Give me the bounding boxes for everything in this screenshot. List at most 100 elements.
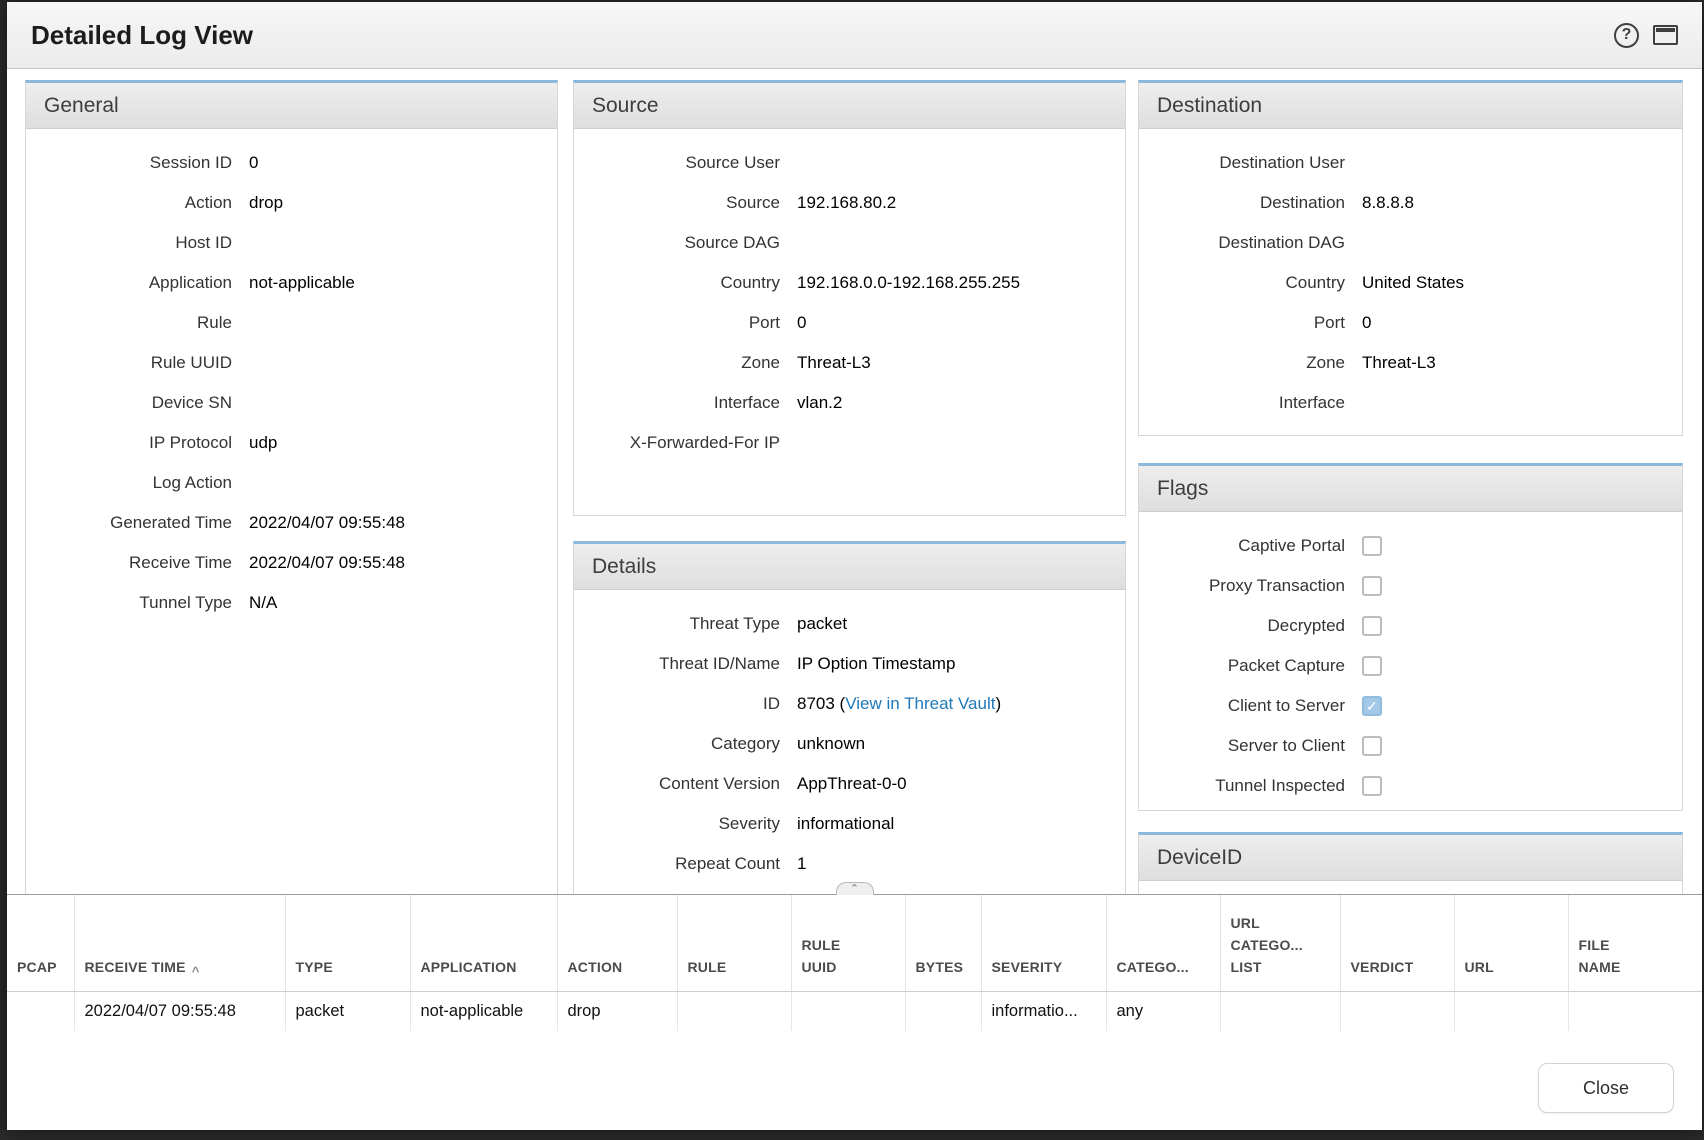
field-label-zone: Zone — [574, 353, 780, 373]
column-header-type[interactable]: TYPE — [285, 895, 410, 991]
column-header-rule_uuid[interactable]: RULE UUID — [791, 895, 905, 991]
field-value-interface: vlan.2 — [797, 393, 842, 413]
dialog-footer: Close — [7, 1031, 1702, 1130]
field-label-ip-protocol: IP Protocol — [26, 433, 232, 453]
field-label-destination-dag: Destination DAG — [1139, 233, 1345, 253]
flag-label-packet-capture: Packet Capture — [1139, 656, 1345, 676]
field-row: Zone Threat-L3 — [574, 343, 1125, 383]
cell-verdict — [1340, 991, 1454, 1032]
cell-receive_time: 2022/04/07 09:55:48 — [74, 991, 285, 1032]
field-value-text: ) — [995, 694, 1001, 713]
flag-checkbox-client-to-server[interactable]: ✓ — [1362, 696, 1382, 716]
help-icon[interactable]: ? — [1614, 23, 1639, 48]
flag-checkbox-decrypted[interactable] — [1362, 616, 1382, 636]
field-value-receive-time: 2022/04/07 09:55:48 — [249, 553, 405, 573]
cell-pcap — [7, 991, 74, 1032]
panel-general-body: Session ID0ActiondropHost IDApplicationn… — [26, 129, 557, 623]
splitter-handle[interactable] — [836, 882, 874, 895]
field-label-host-id: Host ID — [26, 233, 232, 253]
field-label-repeat-count: Repeat Count — [574, 854, 780, 874]
column-header-action[interactable]: ACTION — [557, 895, 677, 991]
column-header-category[interactable]: CATEGO... — [1106, 895, 1220, 991]
cell-severity: informatio... — [981, 991, 1106, 1032]
field-label-zone: Zone — [1139, 353, 1345, 373]
panel-source: Source Source UserSource192.168.80.2Sour… — [573, 80, 1126, 516]
field-value-source: 192.168.80.2 — [797, 193, 896, 213]
field-value-generated-time: 2022/04/07 09:55:48 — [249, 513, 405, 533]
panel-destination-body: Destination UserDestination8.8.8.8Destin… — [1139, 129, 1682, 423]
panel-title: Flags — [1157, 477, 1208, 501]
new-window-icon[interactable] — [1653, 25, 1678, 45]
panel-title: General — [44, 94, 119, 118]
column-label: PCAP — [17, 957, 57, 979]
column-header-severity[interactable]: SEVERITY — [981, 895, 1106, 991]
field-row: Country192.168.0.0-192.168.255.255 — [574, 263, 1125, 303]
field-label-severity: Severity — [574, 814, 780, 834]
flag-row: Client to Server✓ — [1139, 686, 1682, 726]
column-header-bytes[interactable]: BYTES — [905, 895, 981, 991]
log-table-section: PCAP RECEIVE TIME^TYPEAPPLICATIONACTION RU… — [7, 894, 1702, 1031]
cell-bytes — [905, 991, 981, 1032]
column-header-rule[interactable]: RULE — [677, 895, 791, 991]
field-label-session-id: Session ID — [26, 153, 232, 173]
column-header-url_category_list[interactable]: URL CATEGO... LIST — [1220, 895, 1340, 991]
column-header-application[interactable]: APPLICATION — [410, 895, 557, 991]
field-value-country: 192.168.0.0-192.168.255.255 — [797, 273, 1020, 293]
field-row: Categoryunknown — [574, 724, 1125, 764]
flag-checkbox-tunnel-inspected[interactable] — [1362, 776, 1382, 796]
field-row: Log Action — [26, 463, 557, 503]
flag-checkbox-proxy-transaction[interactable] — [1362, 576, 1382, 596]
field-value-repeat-count: 1 — [797, 854, 806, 874]
flag-row: Packet Capture — [1139, 646, 1682, 686]
field-row: Tunnel TypeN/A — [26, 583, 557, 623]
field-label-log-action: Log Action — [26, 473, 232, 493]
column-label: FILE NAME — [1579, 935, 1621, 978]
cell-action: drop — [557, 991, 677, 1032]
flag-checkbox-server-to-client[interactable] — [1362, 736, 1382, 756]
field-row: X-Forwarded-For IP — [574, 423, 1125, 463]
column-header-url[interactable]: URL — [1454, 895, 1568, 991]
field-row: Actiondrop — [26, 183, 557, 223]
field-label-rule: Rule — [26, 313, 232, 333]
field-row: Destination DAG — [1139, 223, 1682, 263]
column-header-receive_time[interactable]: RECEIVE TIME^ — [74, 895, 285, 991]
field-row: Source User — [574, 143, 1125, 183]
field-label-rule-uuid: Rule UUID — [26, 353, 232, 373]
field-row: Zone Threat-L3 — [1139, 343, 1682, 383]
column-label: URL — [1465, 957, 1494, 979]
field-value-text: 8703 ( — [797, 694, 845, 713]
panel-details: Details Threat TypepacketThreat ID/NameI… — [573, 541, 1126, 894]
table-row[interactable]: 2022/04/07 09:55:48packetnot-applicabled… — [7, 991, 1702, 1032]
column-label: RULE — [688, 957, 727, 979]
field-value-zone: Threat-L3 — [797, 353, 871, 373]
threat-vault-link[interactable]: View in Threat Vault — [845, 694, 995, 713]
field-value-destination: 8.8.8.8 — [1362, 193, 1414, 213]
field-label-source-dag: Source DAG — [574, 233, 780, 253]
field-value-zone: Threat-L3 — [1362, 353, 1436, 373]
field-label-tunnel-type: Tunnel Type — [26, 593, 232, 613]
field-label-generated-time: Generated Time — [26, 513, 232, 533]
field-row: Threat Typepacket — [574, 604, 1125, 644]
flag-row: Proxy Transaction — [1139, 566, 1682, 606]
flag-checkbox-packet-capture[interactable] — [1362, 656, 1382, 676]
field-label-content-version: Content Version — [574, 774, 780, 794]
panel-general: General Session ID0ActiondropHost IDAppl… — [25, 80, 558, 894]
column-header-verdict[interactable]: VERDICT — [1340, 895, 1454, 991]
close-button[interactable]: Close — [1538, 1063, 1674, 1113]
column-header-pcap[interactable]: PCAP — [7, 895, 74, 991]
flag-label-captive-portal: Captive Portal — [1139, 536, 1345, 556]
field-value-country: United States — [1362, 273, 1464, 293]
field-row: Threat ID/NameIP Option Timestamp — [574, 644, 1125, 684]
field-row: Interfacevlan.2 — [574, 383, 1125, 423]
column-label: VERDICT — [1351, 957, 1414, 979]
field-row: Host ID — [26, 223, 557, 263]
column-header-file_name[interactable]: FILE NAME — [1568, 895, 1702, 991]
field-row: Rule UUID — [26, 343, 557, 383]
field-label-device-sn: Device SN — [26, 393, 232, 413]
flag-label-proxy-transaction: Proxy Transaction — [1139, 576, 1345, 596]
field-value-action: drop — [249, 193, 283, 213]
field-row: ID8703 (View in Threat Vault) — [574, 684, 1125, 724]
flag-checkbox-captive-portal[interactable] — [1362, 536, 1382, 556]
field-row: Destination User — [1139, 143, 1682, 183]
panel-deviceid-header: DeviceID — [1139, 835, 1682, 881]
